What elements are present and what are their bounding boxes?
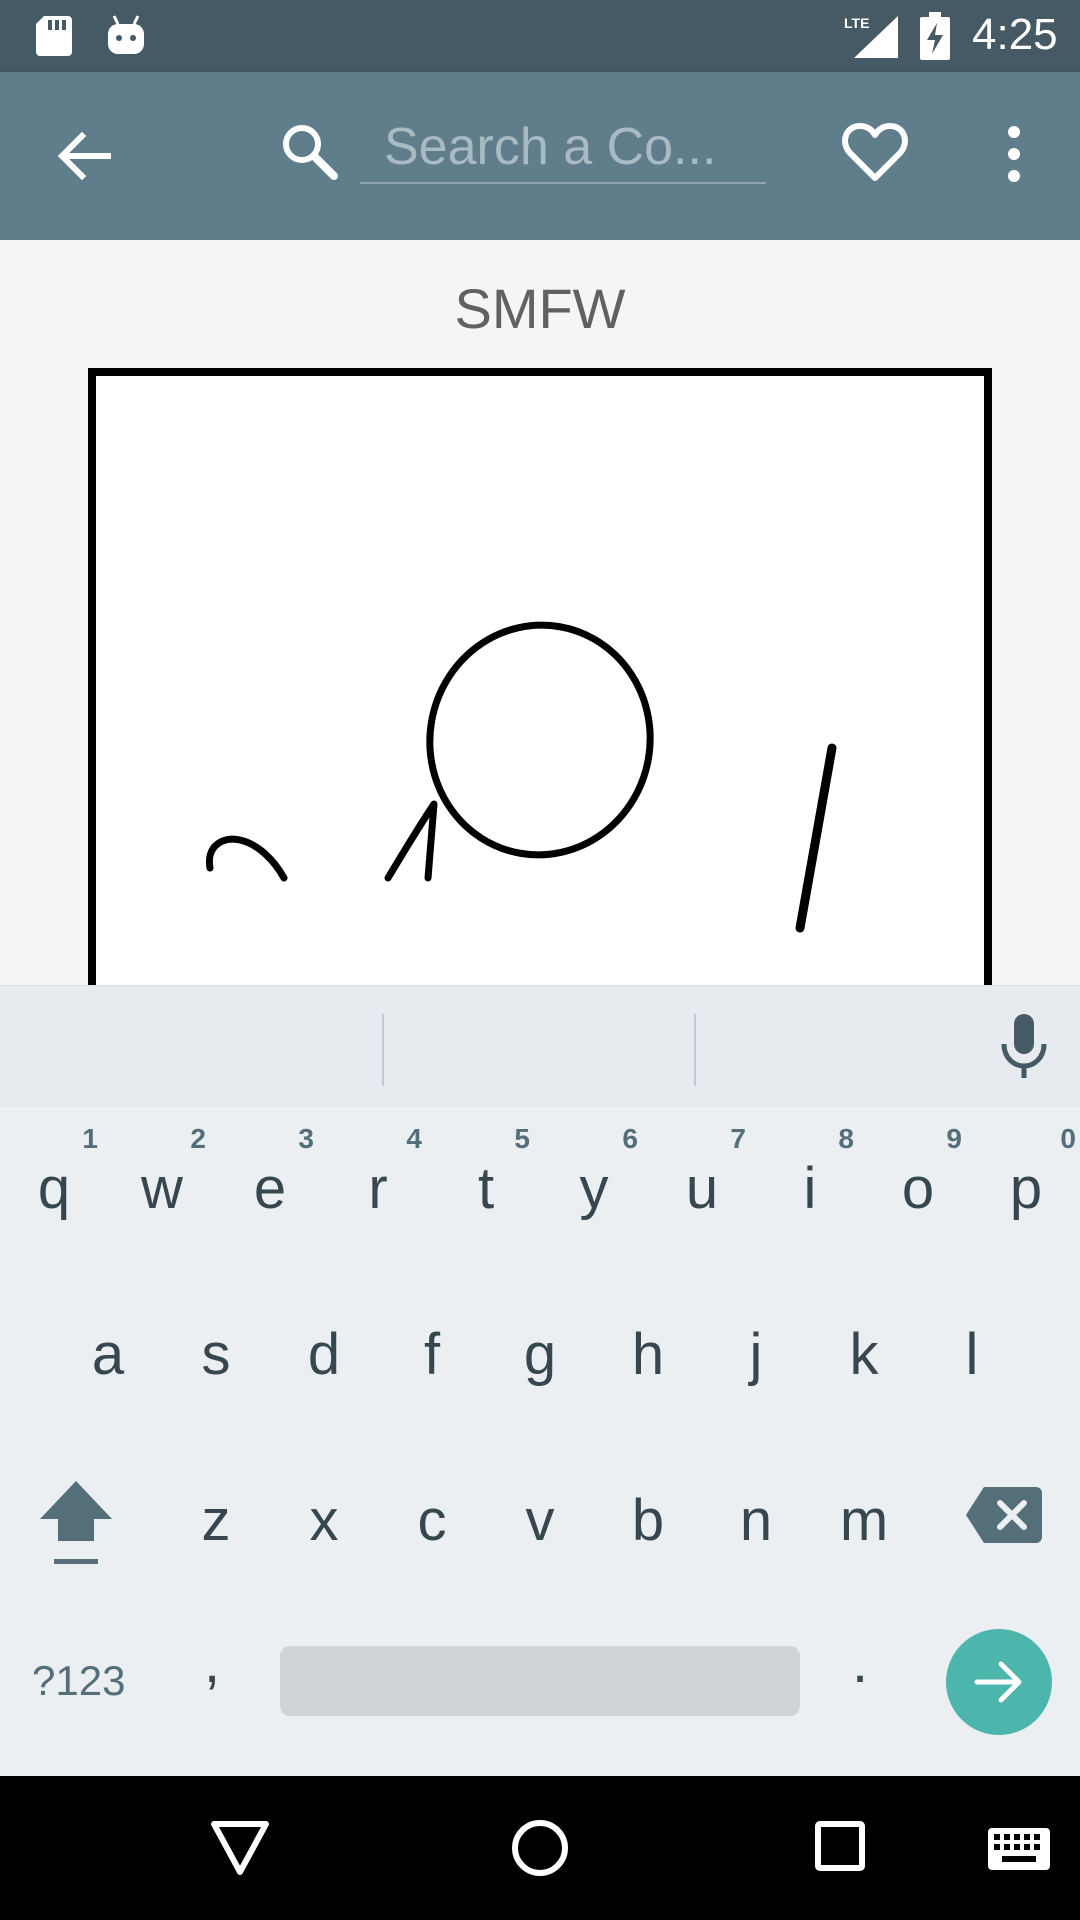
key-i[interactable]: 8i — [756, 1109, 864, 1259]
android-debug-icon — [108, 15, 144, 54]
go-key[interactable] — [946, 1629, 1052, 1735]
key-r[interactable]: 4r — [324, 1109, 432, 1259]
key-u[interactable]: 7u — [648, 1109, 756, 1259]
key-k[interactable]: k — [810, 1275, 918, 1425]
period-key[interactable]: . — [852, 1629, 868, 1696]
key-s[interactable]: s — [162, 1275, 270, 1425]
symbols-key[interactable]: ?123 — [32, 1657, 125, 1705]
key-g[interactable]: g — [486, 1275, 594, 1425]
key-c[interactable]: c — [378, 1441, 486, 1591]
shift-key-icon[interactable] — [36, 1479, 116, 1569]
microphone-icon[interactable] — [998, 1014, 1050, 1080]
key-p[interactable]: 0p — [972, 1109, 1080, 1259]
key-t[interactable]: 5t — [432, 1109, 540, 1259]
comic-image — [88, 368, 992, 985]
space-key[interactable] — [280, 1646, 800, 1716]
key-f[interactable]: f — [378, 1275, 486, 1425]
nav-home-icon[interactable] — [510, 1818, 570, 1878]
more-vert-icon[interactable] — [994, 124, 1034, 184]
key-x[interactable]: x — [270, 1441, 378, 1591]
key-q[interactable]: 1q — [0, 1109, 108, 1259]
key-w[interactable]: 2w — [108, 1109, 216, 1259]
sd-card-icon — [36, 16, 72, 56]
key-n[interactable]: n — [702, 1441, 810, 1591]
key-b[interactable]: b — [594, 1441, 702, 1591]
keyboard-switcher-icon[interactable] — [988, 1828, 1050, 1870]
battery-charging-icon — [920, 12, 950, 60]
heart-outline-icon[interactable] — [842, 122, 908, 182]
nav-recents-icon[interactable] — [814, 1820, 866, 1872]
key-a[interactable]: a — [54, 1275, 162, 1425]
key-e[interactable]: 3e — [216, 1109, 324, 1259]
keyboard-suggestion-bar — [0, 985, 1080, 1110]
svg-text:LTE: LTE — [844, 15, 869, 31]
search-icon — [283, 125, 338, 180]
comma-key[interactable]: , — [204, 1629, 220, 1696]
soft-keyboard: 1q 2w 3e 4r 5t 6y 7u 8i 9o 0p a s d f g … — [0, 1109, 1080, 1776]
system-navigation-bar — [0, 1776, 1080, 1920]
key-j[interactable]: j — [702, 1275, 810, 1425]
app-toolbar — [0, 72, 1080, 240]
backspace-key-icon[interactable] — [966, 1487, 1042, 1543]
comic-title: SMFW — [454, 277, 626, 340]
key-l[interactable]: l — [918, 1275, 1026, 1425]
suggestion-divider — [382, 1014, 384, 1086]
key-v[interactable]: v — [486, 1441, 594, 1591]
suggestion-divider — [694, 1014, 696, 1086]
nav-back-icon[interactable] — [210, 1820, 270, 1876]
status-bar: LTE 4:25 — [0, 0, 1080, 72]
comic-content: SMFW — [0, 240, 1080, 985]
arrow-right-icon — [974, 1661, 1022, 1703]
key-z[interactable]: z — [162, 1441, 270, 1591]
key-o[interactable]: 9o — [864, 1109, 972, 1259]
key-h[interactable]: h — [594, 1275, 702, 1425]
lte-signal-icon: LTE — [844, 15, 898, 58]
key-m[interactable]: m — [810, 1441, 918, 1591]
key-d[interactable]: d — [270, 1275, 378, 1425]
key-y[interactable]: 6y — [540, 1109, 648, 1259]
back-arrow-icon[interactable] — [54, 126, 114, 186]
status-time: 4:25 — [972, 10, 1058, 59]
comic-search-input[interactable] — [360, 112, 766, 184]
